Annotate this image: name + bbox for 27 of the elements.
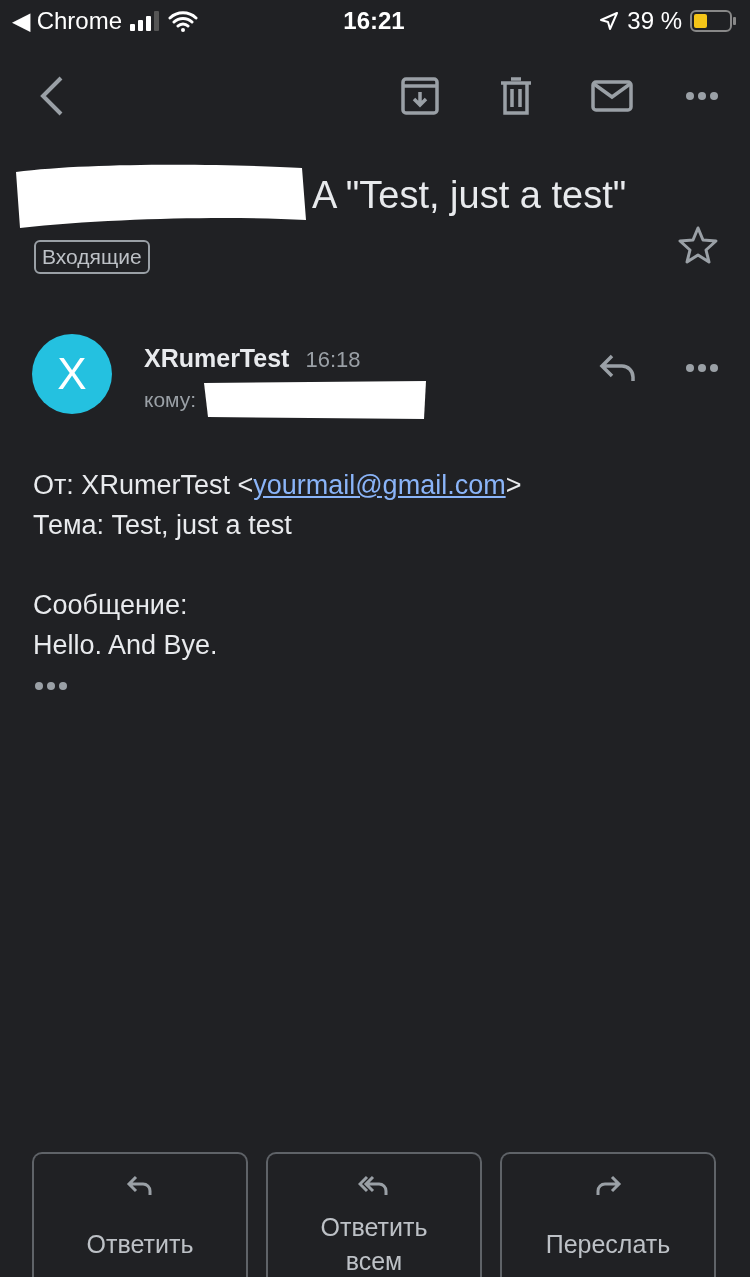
back-to-app-link[interactable]: ◀ Chrome (12, 7, 123, 35)
signal-icon (130, 11, 161, 31)
show-trimmed-button[interactable] (34, 679, 68, 693)
reply-button[interactable]: Ответить (32, 1152, 248, 1277)
reply-all-button[interactable]: Ответить всем (266, 1152, 482, 1277)
forward-button[interactable]: Переслать (500, 1152, 716, 1277)
battery-percent: 39 % (627, 7, 682, 35)
email-subject: A "Test, just a test" (312, 173, 627, 217)
wifi-icon (168, 10, 199, 32)
battery-icon (690, 10, 736, 32)
status-time: 16:21 (343, 7, 405, 35)
more-icon (685, 363, 719, 373)
reply-icon (126, 1174, 154, 1198)
body-text: Тема: Test, just a test (33, 509, 293, 542)
sender-avatar: X (32, 334, 112, 414)
more-icon (685, 91, 719, 101)
body-text: Hello. And Bye. (33, 629, 219, 662)
recipient-label[interactable]: кому: (144, 388, 197, 412)
from-line: От: XRumerTest <yourmail@gmail.com> (33, 469, 523, 502)
sender-name: XRumerTest (144, 344, 290, 373)
email-link[interactable]: yourmail@gmail.com (253, 470, 506, 500)
body-text: Сообщение: (33, 589, 189, 622)
forward-icon (594, 1174, 622, 1198)
message-time: 16:18 (305, 347, 361, 373)
reply-all-icon (358, 1174, 390, 1198)
location-icon (599, 11, 620, 31)
inbox-label[interactable]: Входящие (34, 240, 150, 274)
